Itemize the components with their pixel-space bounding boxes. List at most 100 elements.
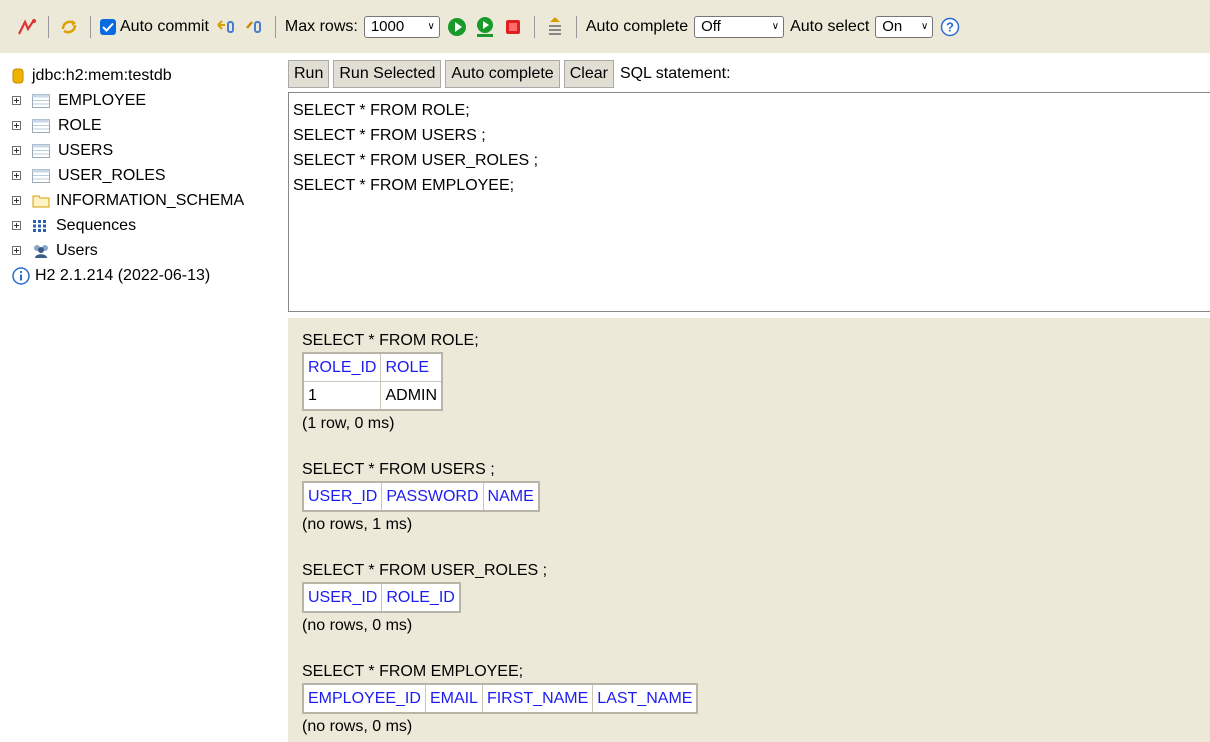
table-icon xyxy=(32,143,50,158)
toolbar-separator xyxy=(533,15,535,38)
result-meta: (no rows, 1 ms) xyxy=(302,516,413,533)
run-selected-button[interactable]: Run Selected xyxy=(333,60,442,88)
svg-text:?: ? xyxy=(946,19,954,34)
column-header[interactable]: ROLE xyxy=(380,352,443,382)
auto-complete-button[interactable]: Auto complete xyxy=(445,60,560,88)
history-icon[interactable] xyxy=(544,16,566,38)
table-icon xyxy=(32,118,50,133)
chevron-down-icon: ∨ xyxy=(427,21,435,32)
tree-item-users[interactable]: Users xyxy=(12,238,277,263)
expand-icon[interactable] xyxy=(12,146,21,155)
column-header[interactable]: USER_ID xyxy=(302,481,383,512)
result-block: SELECT * FROM ROLE; ROLE_ID ROLE 1 ADMIN (1 r… xyxy=(302,330,1210,437)
editor-line: SELECT * FROM USERS ; xyxy=(293,127,486,144)
result-block: SELECT * FROM EMPLOYEE; EMPLOYEE_ID EMAIL F… xyxy=(302,661,1210,740)
expand-icon[interactable] xyxy=(12,246,21,255)
result-table: USER_ID ROLE_ID xyxy=(302,582,461,613)
result-sql: SELECT * FROM USER_ROLES ; xyxy=(302,562,548,579)
folder-icon xyxy=(32,194,50,208)
auto-select-select[interactable]: On ∨ xyxy=(875,15,934,38)
result-header-row: USER_ID ROLE_ID xyxy=(302,582,461,613)
sql-toolbar: Run Run Selected Auto complete Clear SQL… xyxy=(288,60,731,88)
expand-icon[interactable] xyxy=(12,121,21,130)
toolbar-separator xyxy=(274,15,276,38)
tree-item-table[interactable]: USER_ROLES xyxy=(12,163,277,188)
result-meta: (no rows, 0 ms) xyxy=(302,718,413,735)
clear-button[interactable]: Clear xyxy=(563,60,614,88)
result-header-row: ROLE_ID ROLE xyxy=(302,352,443,382)
tree-item-label: Users xyxy=(56,241,98,259)
expand-icon[interactable] xyxy=(12,96,21,105)
database-icon xyxy=(12,68,24,84)
expand-icon[interactable] xyxy=(12,196,21,205)
run-icon[interactable] xyxy=(446,16,468,38)
max-rows-select[interactable]: 1000 ∨ xyxy=(363,15,440,38)
table-icon xyxy=(32,168,50,183)
tree-item-table[interactable]: EMPLOYEE xyxy=(12,88,277,113)
tree-item-table[interactable]: ROLE xyxy=(12,113,277,138)
tree-connection[interactable]: jdbc:h2:mem:testdb xyxy=(12,63,277,88)
stop-icon[interactable] xyxy=(502,16,524,38)
result-table: USER_ID PASSWORD NAME xyxy=(302,481,540,512)
help-icon[interactable]: ? xyxy=(939,16,961,38)
column-header[interactable]: EMAIL xyxy=(424,683,483,714)
users-icon xyxy=(32,243,50,259)
column-header[interactable]: EMPLOYEE_ID xyxy=(302,683,426,714)
auto-complete-label: Auto complete xyxy=(585,17,689,35)
result-block: SELECT * FROM USERS ; USER_ID PASSWORD NAME… xyxy=(302,459,1210,538)
table-icon xyxy=(32,93,50,108)
tree-item-label: USER_ROLES xyxy=(58,166,166,184)
table-cell: ADMIN xyxy=(380,381,443,411)
disconnect-icon[interactable] xyxy=(16,16,38,38)
run-selected-icon[interactable] xyxy=(474,16,496,38)
tree-item-table[interactable]: USERS xyxy=(12,138,277,163)
column-header[interactable]: USER_ID xyxy=(302,582,383,613)
tree-item-label: ROLE xyxy=(58,116,102,134)
tree-item-sequences[interactable]: Sequences xyxy=(12,213,277,238)
results-panel: SELECT * FROM ROLE; ROLE_ID ROLE 1 ADMIN (1 r… xyxy=(288,318,1210,742)
commit-icon[interactable] xyxy=(243,16,265,38)
editor-line: SELECT * FROM ROLE; xyxy=(293,102,470,119)
chevron-down-icon: ∨ xyxy=(771,21,780,32)
column-header[interactable]: ROLE_ID xyxy=(381,582,461,613)
toolbar-separator xyxy=(90,15,91,38)
object-tree: jdbc:h2:mem:testdb EMPLOYEE ROLE USERS USER… xyxy=(12,63,277,288)
result-header-row: USER_ID PASSWORD NAME xyxy=(302,481,540,512)
version-label: H2 2.1.214 (2022-06-13) xyxy=(35,266,211,284)
result-meta: (no rows, 0 ms) xyxy=(302,617,413,634)
toolbar: Auto commit Max rows: 1000 ∨ Auto comple… xyxy=(0,0,1210,53)
refresh-icon[interactable] xyxy=(58,16,80,38)
sequences-icon xyxy=(32,219,50,233)
tree-item-label: EMPLOYEE xyxy=(58,91,147,109)
tree-item-information-schema[interactable]: INFORMATION_SCHEMA xyxy=(12,188,277,213)
table-row: 1 ADMIN xyxy=(302,381,443,411)
result-sql: SELECT * FROM ROLE; xyxy=(302,332,479,349)
expand-icon[interactable] xyxy=(12,171,21,180)
column-header[interactable]: ROLE_ID xyxy=(302,352,382,382)
rollback-icon[interactable] xyxy=(215,16,237,38)
result-meta: (1 row, 0 ms) xyxy=(302,415,395,432)
auto-complete-select[interactable]: Off ∨ xyxy=(694,15,785,38)
editor-line: SELECT * FROM EMPLOYEE; xyxy=(293,177,515,194)
auto-commit-checkbox[interactable] xyxy=(100,18,116,35)
result-header-row: EMPLOYEE_ID EMAIL FIRST_NAME LAST_NAME xyxy=(302,683,698,714)
column-header[interactable]: NAME xyxy=(482,481,540,512)
auto-commit-label: Auto commit xyxy=(120,17,209,35)
run-button[interactable]: Run xyxy=(288,60,330,88)
expand-icon[interactable] xyxy=(12,221,21,230)
result-block: SELECT * FROM USER_ROLES ; USER_ID ROLE_ID… xyxy=(302,560,1210,639)
column-header[interactable]: LAST_NAME xyxy=(592,683,698,714)
sql-statement-label: SQL statement: xyxy=(619,65,731,82)
toolbar-separator xyxy=(48,15,49,38)
sql-editor[interactable]: SELECT * FROM ROLE; SELECT * FROM USERS … xyxy=(288,92,1210,312)
max-rows-value: 1000 xyxy=(370,18,405,35)
tree-version: H2 2.1.214 (2022-06-13) xyxy=(12,263,277,288)
tree-item-label: INFORMATION_SCHEMA xyxy=(56,191,245,209)
result-table: ROLE_ID ROLE 1 ADMIN xyxy=(302,352,444,411)
column-header[interactable]: PASSWORD xyxy=(381,481,484,512)
column-header[interactable]: FIRST_NAME xyxy=(481,683,594,714)
info-icon xyxy=(12,266,30,285)
result-table: EMPLOYEE_ID EMAIL FIRST_NAME LAST_NAME xyxy=(302,683,699,714)
tree-item-label: USERS xyxy=(58,141,114,159)
tree-item-label: Sequences xyxy=(56,216,137,234)
